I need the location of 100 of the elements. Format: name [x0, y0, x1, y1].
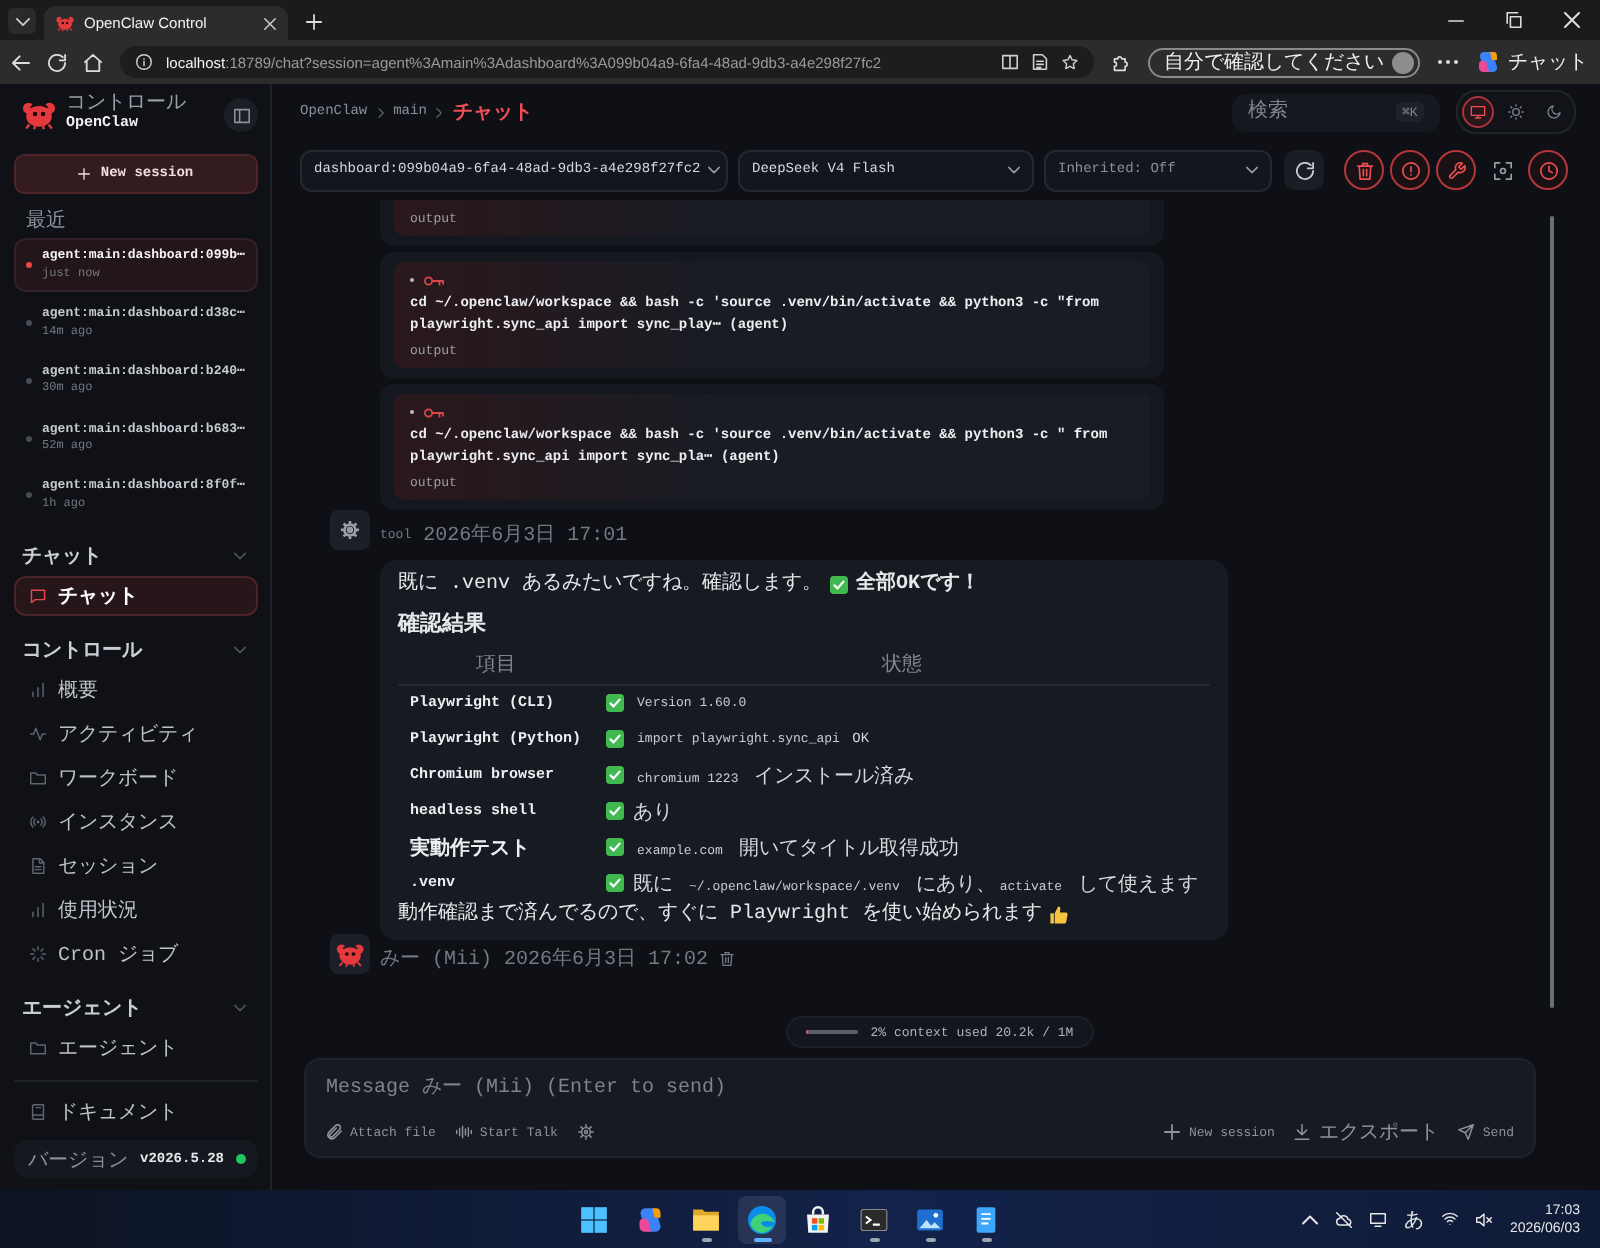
reader-icon[interactable]	[1032, 54, 1048, 70]
image-icon	[916, 1205, 944, 1233]
chevron-down-icon	[15, 17, 29, 25]
chevron-down-icon	[1246, 166, 1258, 174]
trash-icon[interactable]	[720, 951, 735, 965]
settings-icon	[577, 1124, 594, 1140]
chevron-down-icon[interactable]	[234, 646, 246, 655]
nav-item[interactable]: 概要	[14, 670, 258, 711]
info-icon	[136, 54, 152, 70]
scrollbar-thumb[interactable]	[1550, 216, 1554, 1008]
bar-chart-icon	[30, 902, 46, 919]
toggle-button[interactable]	[1436, 150, 1476, 190]
avatar-icon	[1392, 51, 1414, 73]
nav-item[interactable]: ワークボード	[14, 758, 258, 799]
message-time: 2026年6月3日 17:01	[423, 522, 628, 548]
download-icon	[1294, 1124, 1311, 1140]
profile-button[interactable]: 自分で確認してください	[1148, 47, 1420, 77]
toggle-button[interactable]	[1390, 150, 1430, 190]
breadcrumb-link[interactable]: チャット	[452, 98, 533, 126]
column-header: 状態	[593, 646, 1211, 685]
nav-item[interactable]: 使用状況	[14, 890, 258, 931]
chevron-up-icon[interactable]	[1301, 1211, 1318, 1227]
status-dot-icon	[26, 435, 32, 441]
section-label: 最近	[26, 207, 68, 234]
section-title: エージェント	[22, 997, 142, 1023]
plus-icon	[78, 168, 91, 180]
bar-chart-icon	[30, 682, 46, 699]
folder-icon	[30, 770, 46, 787]
chevron-down-icon	[1008, 166, 1020, 174]
check-icon	[830, 576, 849, 594]
settings-button[interactable]	[577, 1124, 594, 1140]
key-icon	[424, 407, 444, 417]
message-heading: 確認結果	[398, 609, 488, 638]
nav-item[interactable]: エージェント	[14, 1028, 258, 1069]
taskbar-button[interactable]	[738, 1195, 786, 1243]
chevron-down-icon[interactable]	[234, 552, 246, 561]
focus-icon	[1493, 161, 1511, 179]
colorful-logo-icon	[636, 1205, 664, 1233]
cloud-off-icon[interactable]	[1335, 1211, 1352, 1227]
status-dot-icon	[26, 261, 32, 268]
terminal-icon	[860, 1205, 888, 1233]
message-text: 既に .venv あるみたいですね。確認します。	[398, 572, 823, 598]
toggle-button[interactable]	[1528, 150, 1568, 190]
copilot-button[interactable]: チャット	[1476, 48, 1588, 76]
reload-icon[interactable]	[48, 53, 66, 71]
status-text: あり	[633, 801, 674, 825]
document-icon	[30, 858, 46, 875]
column-header: 項目	[398, 646, 594, 685]
sidebar-icon	[233, 107, 249, 123]
split-screen-icon[interactable]	[1002, 54, 1018, 70]
browser-icon	[748, 1205, 776, 1233]
wifi-icon[interactable]	[1441, 1211, 1458, 1227]
key-icon	[424, 275, 444, 285]
nav-item[interactable]: Cron ジョブ	[14, 934, 258, 975]
home-icon[interactable]	[84, 53, 102, 71]
close-icon[interactable]	[1564, 12, 1580, 28]
sidebar-toggle-button[interactable]	[224, 98, 258, 132]
message-input[interactable]: Message みー (Mii) (Enter to send)	[326, 1074, 1514, 1104]
four-squares-icon	[580, 1205, 608, 1233]
export-button[interactable]: エクスポート	[1294, 1118, 1439, 1146]
chevron-down-icon	[708, 166, 721, 174]
search-input[interactable]: 検索	[1248, 97, 1388, 127]
nav-item[interactable]: チャット	[14, 576, 258, 617]
display-icon[interactable]	[1369, 1211, 1386, 1227]
theme-button[interactable]	[1462, 96, 1494, 128]
folder-icon	[692, 1205, 720, 1233]
back-icon[interactable]	[12, 53, 30, 71]
status-dot-icon	[26, 492, 32, 499]
waveform-icon	[455, 1124, 472, 1140]
alert-icon	[1401, 161, 1419, 179]
plus-icon	[1164, 1124, 1181, 1140]
version-label: バージョン	[28, 1149, 128, 1173]
close-icon[interactable]	[264, 17, 276, 29]
status-dot-icon	[26, 377, 32, 384]
brand-caption: コントロール	[66, 96, 188, 117]
send-icon	[1458, 1124, 1475, 1140]
chevron-down-icon[interactable]	[234, 1004, 246, 1013]
plus-icon[interactable]	[306, 14, 322, 30]
crab-icon	[56, 15, 74, 31]
ime-indicator[interactable]: あ	[1403, 1205, 1424, 1233]
refresh-button[interactable]	[1284, 150, 1324, 190]
toggle-button[interactable]	[1344, 150, 1384, 190]
message-text: 動作確認まで済んでるので、すぐに Playwright を使い始められます	[398, 902, 1043, 928]
nav-item[interactable]: アクティビティ	[14, 714, 258, 755]
shopping-bag-icon	[804, 1205, 832, 1233]
nav-item[interactable]: セッション	[14, 846, 258, 887]
puzzle-icon[interactable]	[1112, 53, 1130, 71]
speaker-icon[interactable]	[1475, 1211, 1492, 1227]
chevron-right-icon	[377, 107, 384, 117]
book-icon	[30, 1104, 46, 1120]
nav-item[interactable]: ドキュメント	[14, 1092, 258, 1132]
sun-icon	[1508, 104, 1524, 120]
minimize-icon[interactable]	[1448, 19, 1464, 21]
wrench-icon	[1447, 161, 1465, 179]
section-title: チャット	[22, 545, 102, 571]
notepad-icon	[972, 1205, 1000, 1233]
tab-list-button[interactable]	[8, 8, 36, 34]
star-icon[interactable]	[1062, 54, 1078, 70]
restore-icon[interactable]	[1506, 12, 1522, 28]
nav-item[interactable]: インスタンス	[14, 802, 258, 843]
